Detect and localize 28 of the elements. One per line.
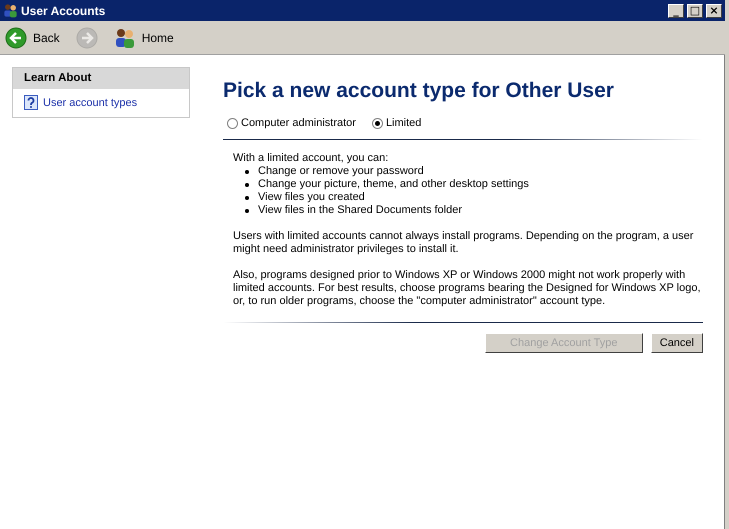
radio-icon[interactable] [372,118,383,128]
minimize-button[interactable]: _ [668,4,684,18]
sidebar-link[interactable]: User account types [13,89,189,116]
bullet-icon [245,196,249,200]
help-icon [24,95,38,110]
bullet-icon [245,170,249,174]
dialog-button[interactable]: Cancel [650,333,703,353]
maximize-button[interactable]: □ [687,4,703,18]
window-title: User Accounts [21,4,106,18]
bullet-text: View files you created [258,191,365,204]
sidebar-heading: Learn About [13,68,189,89]
bullet-icon [245,208,249,212]
intro-text: With a limited account, you can: [233,152,390,165]
back-button[interactable]: Back [5,26,60,48]
paragraph: Also, programs designed prior to Windows XP or Windows 2000 might not work properly with limited accounts. For best results, choose programs bearing the Designed for Windows XP logo, or, to run older programs, choose the "computer administrator" account type. [233,269,702,308]
close-button[interactable]: × [706,4,722,18]
radio-option[interactable]: Limited [372,117,422,129]
bullet-icon [245,182,249,186]
bullet-text: View files in the Shared Documents folder [258,204,462,217]
users-icon [3,3,18,18]
radio-icon[interactable] [227,118,238,128]
paragraph: Users with limited accounts cannot always install programs. Depending on the program, a user might need administrator privileges to install it. [233,230,694,256]
bullet-text: Change your picture, theme, and other desktop settings [258,178,529,191]
home-button[interactable]: Home [114,26,174,48]
radio-option[interactable]: Computer administrator [227,117,356,129]
page-heading: Pick a new account type for Other User [223,79,615,103]
users-icon [114,26,136,48]
bullet-text: Change or remove your password [258,165,424,178]
